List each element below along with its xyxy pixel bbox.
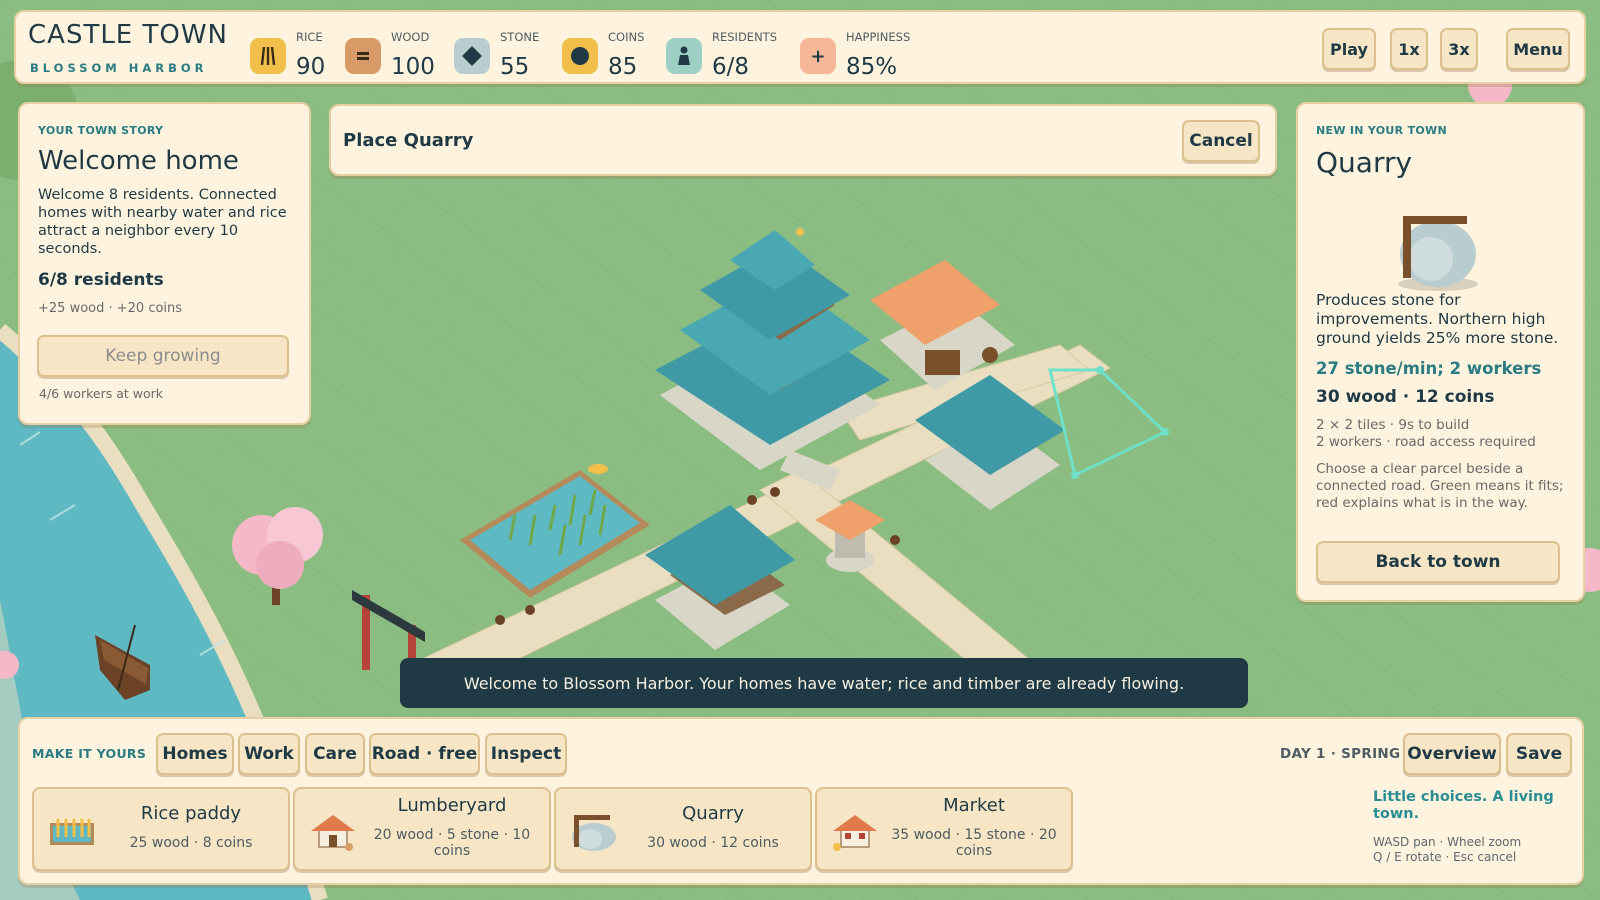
keep-growing-button[interactable]: Keep growing [37, 335, 289, 377]
speed-1x-button[interactable]: 1x [1390, 28, 1428, 70]
resource-label: RICE [296, 30, 323, 44]
card-cost: 35 wood · 15 stone · 20 coins [891, 827, 1057, 859]
resource-label: RESIDENTS [712, 30, 777, 44]
stone-icon [454, 38, 490, 74]
build-card-quarry[interactable]: Quarry 30 wood · 12 coins [554, 787, 812, 871]
tab-work[interactable]: Work [238, 733, 300, 775]
info-title: Quarry [1316, 146, 1413, 179]
coin-icon [562, 38, 598, 74]
market-icon [833, 815, 877, 851]
rice-paddy-icon [50, 819, 94, 845]
build-card-market[interactable]: Market 35 wood · 15 stone · 20 coins [815, 787, 1073, 871]
play-button[interactable]: Play [1322, 28, 1376, 70]
resource-label: COINS [608, 30, 645, 44]
story-reward: +25 wood · +20 coins [38, 301, 183, 316]
info-kicker: NEW IN YOUR TOWN [1316, 124, 1447, 137]
build-card-lumberyard[interactable]: Lumberyard 20 wood · 5 stone · 10 coins [293, 787, 551, 871]
story-title: Welcome home [38, 146, 239, 176]
tagline: Little choices. A living town. [1373, 789, 1554, 822]
resource-value: 55 [500, 54, 530, 80]
tab-road[interactable]: Road · free [369, 733, 480, 775]
tab-inspect[interactable]: Inspect [485, 733, 567, 775]
info-cost: 30 wood · 12 coins [1316, 387, 1495, 407]
resource-value: 6/8 [712, 54, 750, 80]
resource-label: WOOD [391, 30, 430, 44]
cancel-button[interactable]: Cancel [1182, 120, 1260, 162]
building-info-panel: NEW IN YOUR TOWN Quarry Produces stone f… [1296, 102, 1585, 602]
tab-care[interactable]: Care [305, 733, 365, 775]
card-cost: 20 wood · 5 stone · 10 coins [373, 827, 531, 859]
info-meta: 2 × 2 tiles · 9s to build [1316, 417, 1470, 433]
controls-hint: Q / E rotate · Esc cancel [1373, 850, 1517, 864]
toast-message: Welcome to Blossom Harbor. Your homes ha… [400, 658, 1248, 708]
town-title: CASTLE TOWN [28, 20, 229, 50]
build-bar: MAKE IT YOURS Homes Work Care Road · fre… [18, 717, 1584, 885]
workers-status: 4/6 workers at work [39, 386, 163, 401]
speed-3x-button[interactable]: 3x [1440, 28, 1478, 70]
wood-icon [345, 38, 381, 74]
lumberyard-icon [311, 815, 355, 851]
tab-homes[interactable]: Homes [156, 733, 234, 775]
resource-label: STONE [500, 30, 540, 44]
story-body: Welcome 8 residents. Connected homes wit… [38, 187, 287, 257]
happiness-icon: + [800, 38, 836, 74]
resource-value: 90 [296, 54, 326, 80]
placement-bar: Place Quarry Cancel [329, 104, 1277, 176]
card-cost: 30 wood · 12 coins [647, 835, 779, 851]
card-name: Rice paddy [140, 803, 242, 824]
town-story-panel: YOUR TOWN STORY Welcome home Welcome 8 r… [18, 102, 311, 425]
card-name: Quarry [682, 803, 744, 824]
build-card-rice-paddy[interactable]: Rice paddy 25 wood · 8 coins [32, 787, 290, 871]
card-name: Market [943, 795, 1005, 816]
story-kicker: YOUR TOWN STORY [38, 124, 164, 137]
day-season-label: DAY 1 · SPRING [1280, 746, 1401, 762]
story-residents: 6/8 residents [38, 270, 164, 290]
menu-button[interactable]: Menu [1506, 28, 1570, 70]
resource-value: 100 [391, 54, 435, 80]
info-description: Produces stone for improvements. Norther… [1316, 291, 1559, 347]
placement-label: Place Quarry [343, 130, 474, 151]
town-subtitle: BLOSSOM HARBOR [30, 61, 208, 75]
controls-hint: WASD pan · Wheel zoom [1373, 835, 1522, 849]
rice-icon [250, 38, 286, 74]
info-hint: Choose a clear parcel beside a connected… [1316, 461, 1564, 511]
resource-value: 85% [846, 54, 898, 80]
resource-value: 85 [608, 54, 638, 80]
info-rate: 27 stone/min; 2 workers [1316, 359, 1542, 378]
overview-button[interactable]: Overview [1403, 733, 1501, 775]
card-cost: 25 wood · 8 coins [129, 835, 253, 851]
quarry-icon [572, 815, 616, 851]
resident-icon [666, 38, 702, 74]
resource-label: HAPPINESS [846, 30, 911, 44]
resource-bar: CASTLE TOWN BLOSSOM HARBOR RICE 90 WOOD … [14, 10, 1586, 84]
quarry-icon [1398, 216, 1478, 291]
card-name: Lumberyard [397, 795, 507, 816]
info-meta: 2 workers · road access required [1316, 434, 1536, 450]
back-to-town-button[interactable]: Back to town [1316, 541, 1560, 583]
save-button[interactable]: Save [1506, 733, 1572, 775]
build-bar-label: MAKE IT YOURS [32, 746, 147, 761]
